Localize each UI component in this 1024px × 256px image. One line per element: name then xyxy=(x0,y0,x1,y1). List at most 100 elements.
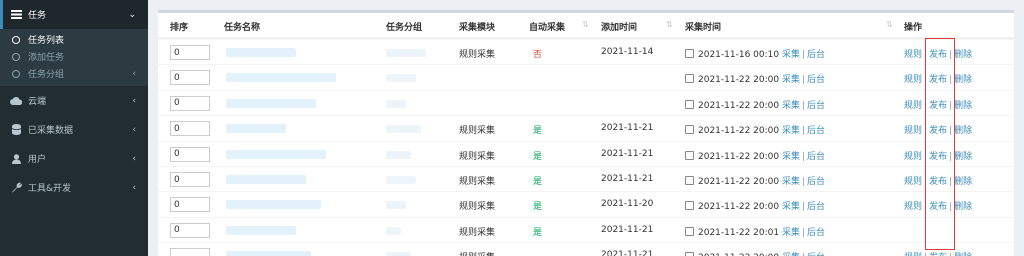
delete-link[interactable]: 删除 xyxy=(954,152,972,162)
backend-link[interactable]: 后台 xyxy=(807,152,825,162)
collect-link[interactable]: 采集 xyxy=(782,50,800,60)
header-module[interactable]: 采集模块 xyxy=(459,20,495,33)
task-group-redacted xyxy=(386,125,421,134)
task-name-redacted[interactable] xyxy=(226,73,336,83)
sidebar-item-label: 工具&开发 xyxy=(28,184,72,194)
task-name-redacted[interactable] xyxy=(226,251,311,256)
sort-icon[interactable]: ⇅ xyxy=(886,20,893,29)
sort-order-input[interactable] xyxy=(170,197,210,213)
sidebar-item-collected-data[interactable]: 已采集数据 ‹ xyxy=(0,115,148,144)
header-collect-time[interactable]: 采集时间 xyxy=(685,20,721,33)
sort-order-input[interactable] xyxy=(170,45,210,60)
publish-highlight-box xyxy=(925,38,955,250)
sidebar-item-tools-dev[interactable]: 工具&开发 ‹ xyxy=(0,173,148,202)
sort-order-input[interactable] xyxy=(170,146,210,162)
sort-order-input[interactable] xyxy=(170,70,210,86)
chevron-down-icon: ⌄ xyxy=(128,9,136,20)
table-row: 规则采集 2021-11-21 2021-11-22 20:00 采集|后台 规则|发… xyxy=(158,242,1014,256)
module-cell: 规则采集 xyxy=(459,227,496,238)
backend-link[interactable]: 后台 xyxy=(807,50,825,60)
rules-link[interactable]: 规则 xyxy=(904,126,922,136)
collect-link[interactable]: 采集 xyxy=(782,177,800,187)
task-name-redacted[interactable] xyxy=(226,124,286,134)
delete-link[interactable]: 删除 xyxy=(954,177,972,187)
collect-link[interactable]: 采集 xyxy=(782,126,800,136)
backend-link[interactable]: 后台 xyxy=(807,228,825,238)
sidebar-item-tasks[interactable]: 任务 ⌄ xyxy=(0,0,148,29)
rules-link[interactable]: 规则 xyxy=(904,101,922,111)
table-row: 规则采集 是 2021-11-21 2021-11-22 20:00 采集|后台 规则 |… xyxy=(158,115,1014,141)
checkbox[interactable] xyxy=(685,176,694,185)
checkbox[interactable] xyxy=(685,226,694,236)
chevron-left-icon: ‹ xyxy=(132,124,136,135)
sort-order-input[interactable] xyxy=(170,95,210,111)
delete-link[interactable]: 删除 xyxy=(954,50,972,60)
submenu-item-task-list[interactable]: 任务列表 xyxy=(0,31,148,48)
cloud-icon xyxy=(9,96,23,105)
sort-order-input[interactable] xyxy=(170,222,210,238)
sort-icon[interactable]: ⇅ xyxy=(666,20,673,29)
task-name-redacted[interactable] xyxy=(226,200,321,210)
task-name-redacted[interactable] xyxy=(226,175,306,184)
sort-order-input[interactable] xyxy=(170,121,210,137)
rules-link[interactable]: 规则 xyxy=(904,152,922,162)
header-sort[interactable]: 排序 xyxy=(170,20,188,33)
task-name-redacted[interactable] xyxy=(226,225,296,235)
header-task-group[interactable]: 任务分组 xyxy=(386,20,422,33)
collect-time-cell: 2021-11-22 20:00 采集|后台 xyxy=(685,149,825,162)
task-group-redacted xyxy=(386,201,406,210)
delete-link[interactable]: 删除 xyxy=(954,75,972,85)
module-cell: 规则采集 xyxy=(459,50,496,60)
collect-time-value: 2021-11-22 20:00 xyxy=(698,100,780,111)
header-added-time[interactable]: 添加时间 xyxy=(601,20,637,33)
rules-link[interactable]: 规则 xyxy=(904,50,922,60)
backend-link[interactable]: 后台 xyxy=(807,202,825,212)
collect-link[interactable]: 采集 xyxy=(782,202,800,212)
backend-link[interactable]: 后台 xyxy=(807,126,825,136)
rules-link[interactable]: 规则 xyxy=(904,75,922,85)
submenu-item-add-task[interactable]: 添加任务 xyxy=(0,48,148,65)
circle-icon xyxy=(12,35,20,44)
sort-order-input[interactable] xyxy=(170,172,210,187)
header-auto-collect[interactable]: 自动采集 xyxy=(529,20,565,33)
header-task-name[interactable]: 任务名称 xyxy=(224,20,260,33)
separator: | xyxy=(802,151,806,162)
collect-time-cell: 2021-11-22 20:00 采集|后台 xyxy=(685,72,825,85)
collect-time-value: 2021-11-22 20:01 xyxy=(698,227,780,238)
task-group-redacted xyxy=(386,150,411,159)
auto-collect-cell: 是 xyxy=(533,177,543,187)
delete-link[interactable]: 删除 xyxy=(954,126,972,136)
added-time-cell: 2021-11-21 xyxy=(601,148,654,159)
checkbox[interactable] xyxy=(685,150,694,160)
collect-time-cell: 2021-11-16 00:10 采集 | 后台 xyxy=(685,47,825,60)
collect-link[interactable]: 采集 xyxy=(782,101,800,111)
added-time-cell: 2021-11-21 xyxy=(601,174,654,184)
checkbox[interactable] xyxy=(685,252,694,256)
backend-link[interactable]: 后台 xyxy=(807,177,825,187)
backend-link[interactable]: 后台 xyxy=(807,75,825,85)
module-cell: 规则采集 xyxy=(459,126,496,137)
submenu-item-task-group[interactable]: 任务分组 ‹ xyxy=(0,65,148,82)
delete-link[interactable]: 删除 xyxy=(954,202,972,212)
checkbox[interactable] xyxy=(685,99,694,109)
sort-order-input[interactable] xyxy=(170,248,210,256)
delete-link[interactable]: 删除 xyxy=(954,101,972,111)
collect-link[interactable]: 采集 xyxy=(782,152,800,162)
collect-link[interactable]: 采集 xyxy=(782,75,800,85)
sidebar-item-users[interactable]: 用户 ‹ xyxy=(0,144,148,173)
header-actions: 操作 xyxy=(904,23,923,33)
sidebar-item-cloud[interactable]: 云端 ‹ xyxy=(0,86,148,115)
checkbox[interactable] xyxy=(685,201,694,211)
rules-link[interactable]: 规则 xyxy=(904,202,922,212)
task-group-redacted xyxy=(386,74,416,83)
checkbox[interactable] xyxy=(685,49,694,58)
task-name-redacted[interactable] xyxy=(226,98,316,108)
task-name-redacted[interactable] xyxy=(226,149,326,159)
collect-link[interactable]: 采集 xyxy=(782,228,800,238)
checkbox[interactable] xyxy=(685,125,694,135)
checkbox[interactable] xyxy=(685,74,694,84)
backend-link[interactable]: 后台 xyxy=(807,101,825,111)
sort-icon[interactable]: ⇅ xyxy=(582,20,589,29)
rules-link[interactable]: 规则 xyxy=(904,177,922,187)
task-name-redacted[interactable] xyxy=(226,48,296,57)
